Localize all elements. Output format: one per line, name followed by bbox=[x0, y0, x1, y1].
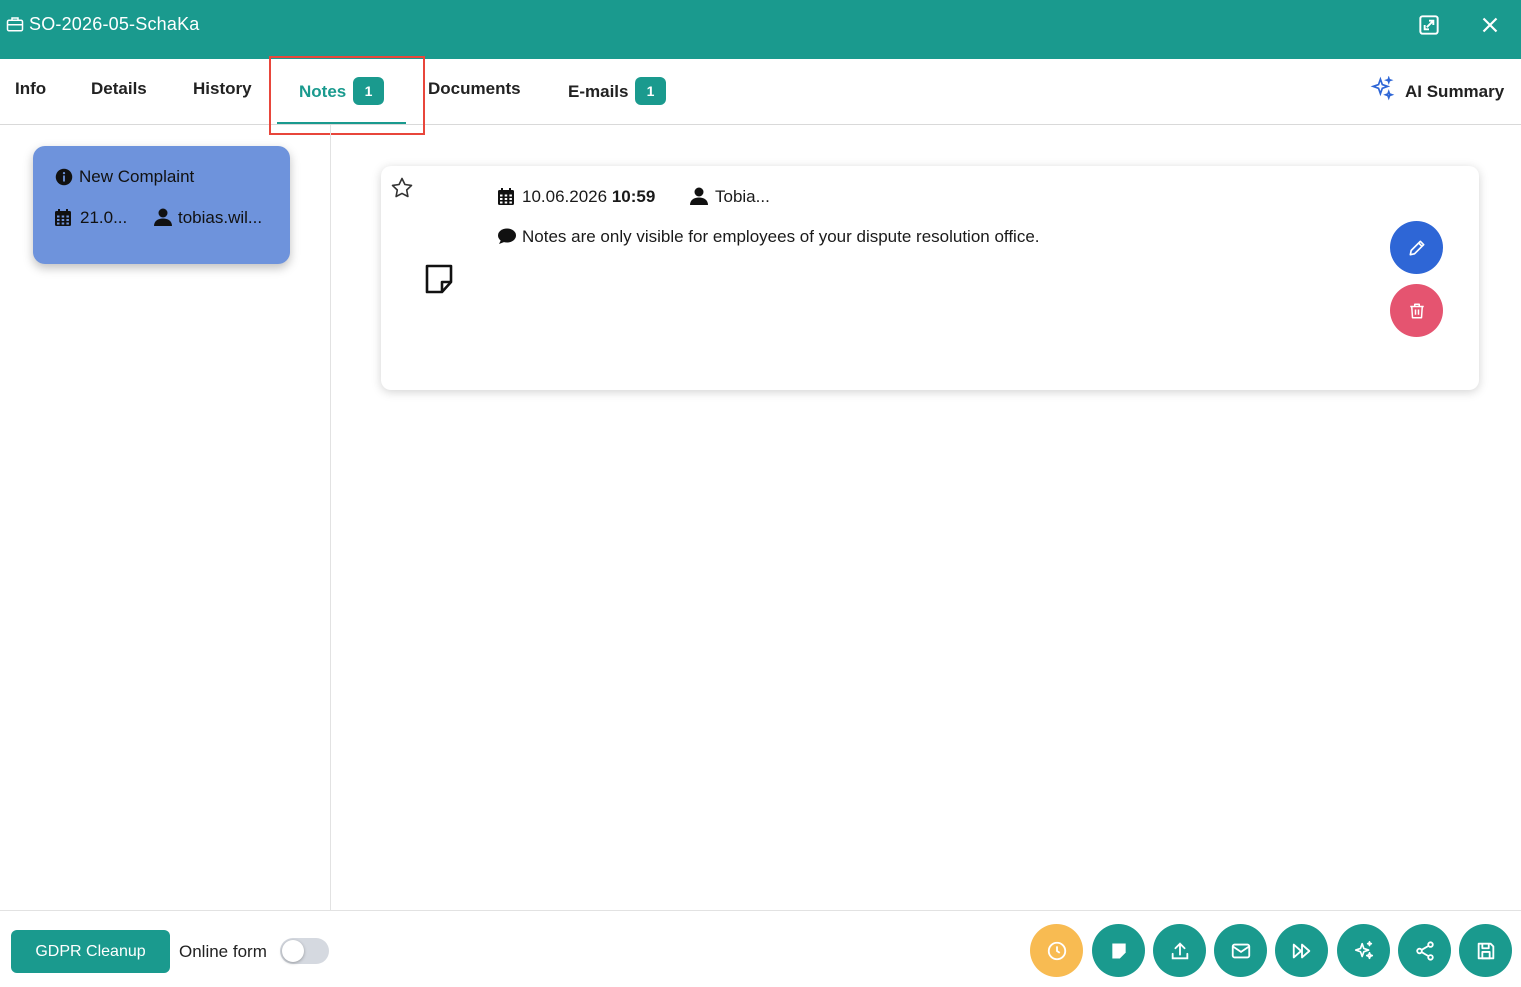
star-icon[interactable] bbox=[390, 176, 414, 200]
ai-button[interactable] bbox=[1337, 924, 1390, 977]
share-button[interactable] bbox=[1398, 924, 1451, 977]
note-message: Notes are only visible for employees of … bbox=[522, 227, 1040, 246]
online-form-toggle[interactable] bbox=[280, 938, 329, 964]
bottom-action-bar: GDPR Cleanup Online form bbox=[0, 910, 1521, 987]
note-list-item-user: tobias.wil... bbox=[178, 208, 263, 227]
tab-label: Details bbox=[91, 79, 147, 98]
title-bar: SO-2026-05-SchaKa bbox=[0, 0, 1521, 59]
note-detail-card: 10.06.2026 10:59 Tobia... Notes are only… bbox=[381, 166, 1479, 390]
window-title: SO-2026-05-SchaKa bbox=[29, 14, 200, 34]
note-date: 10.06.2026 10:59 bbox=[522, 187, 655, 207]
tab-label: History bbox=[193, 79, 252, 98]
timer-button[interactable] bbox=[1030, 924, 1083, 977]
note-time-value: 10:59 bbox=[611, 187, 656, 206]
clock-icon bbox=[1047, 941, 1066, 960]
edit-note-button[interactable] bbox=[1390, 221, 1443, 274]
info-icon bbox=[55, 168, 73, 186]
save-button[interactable] bbox=[1459, 924, 1512, 977]
calendar-icon bbox=[498, 188, 514, 205]
add-note-button[interactable] bbox=[1092, 924, 1145, 977]
share-icon bbox=[1415, 940, 1434, 961]
tab-label: Info bbox=[15, 79, 47, 98]
user-icon bbox=[154, 208, 172, 226]
delete-note-button[interactable] bbox=[1390, 284, 1443, 337]
trash-icon bbox=[1409, 303, 1424, 318]
mail-icon bbox=[1231, 943, 1250, 958]
expand-icon[interactable] bbox=[1416, 12, 1442, 38]
tab-bar: Info Details History Notes 1 Documents E… bbox=[0, 59, 1521, 125]
note-list-panel: New Complaint 21.0... tobias.wil... bbox=[0, 125, 331, 911]
user-icon bbox=[690, 187, 708, 205]
fast-forward-icon bbox=[1292, 943, 1310, 958]
emails-count-badge: 1 bbox=[635, 77, 666, 105]
note-author: Tobia... bbox=[715, 187, 770, 206]
ai-summary-label: AI Summary bbox=[1405, 82, 1505, 101]
tab-label: Notes bbox=[299, 82, 347, 101]
tab-label: E-mails bbox=[568, 82, 629, 101]
note-list-item[interactable]: New Complaint 21.0... tobias.wil... bbox=[33, 146, 290, 264]
save-icon bbox=[1477, 942, 1494, 959]
active-tab-indicator bbox=[277, 122, 406, 124]
sparkle-icon bbox=[1370, 76, 1395, 101]
note-icon bbox=[1111, 943, 1126, 958]
note-list-item-title: New Complaint bbox=[79, 167, 195, 186]
pencil-icon bbox=[1409, 240, 1424, 255]
comment-icon bbox=[498, 228, 516, 244]
tab-label: Documents bbox=[428, 79, 521, 98]
toggle-knob bbox=[282, 940, 304, 962]
sticky-note-icon bbox=[425, 264, 453, 294]
briefcase-icon bbox=[6, 17, 24, 32]
close-icon[interactable] bbox=[1477, 12, 1503, 38]
calendar-icon bbox=[55, 209, 71, 226]
upload-button[interactable] bbox=[1153, 924, 1206, 977]
gdpr-cleanup-button[interactable]: GDPR Cleanup bbox=[11, 930, 170, 973]
email-button[interactable] bbox=[1214, 924, 1267, 977]
sparkle-icon bbox=[1354, 940, 1373, 959]
forward-button[interactable] bbox=[1275, 924, 1328, 977]
upload-icon bbox=[1171, 941, 1188, 959]
note-list-item-date: 21.0... bbox=[80, 208, 128, 227]
notes-count-badge: 1 bbox=[353, 77, 384, 105]
online-form-label: Online form bbox=[179, 942, 267, 961]
note-date-value: 10.06.2026 bbox=[522, 187, 608, 206]
